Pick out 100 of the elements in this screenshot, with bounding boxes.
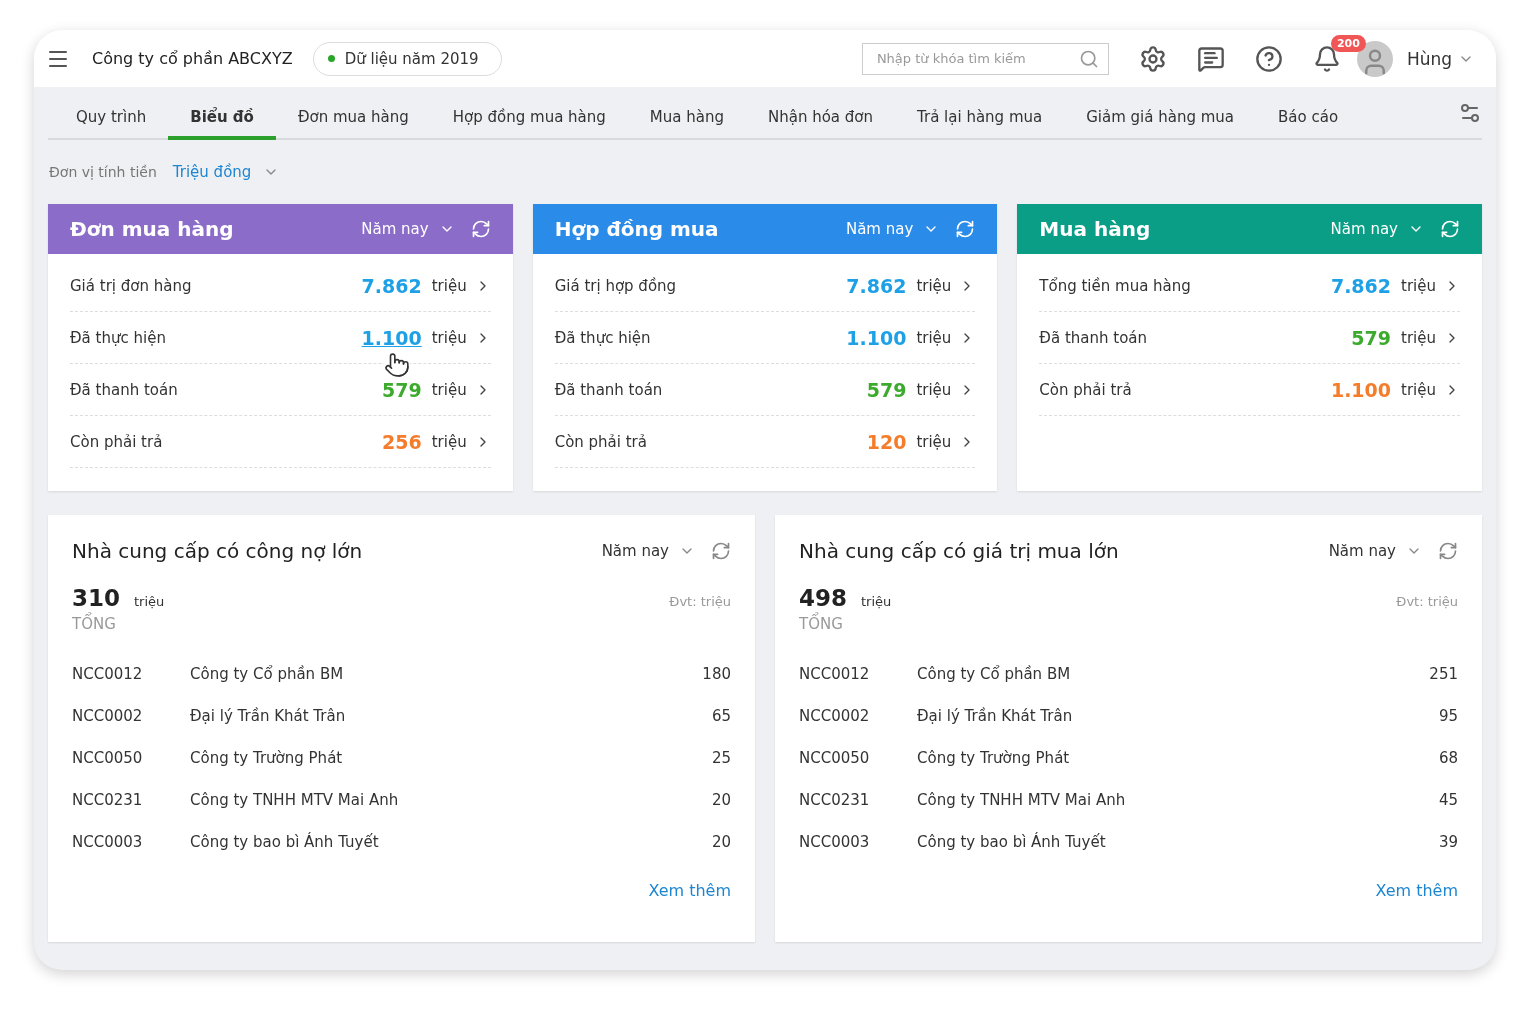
metric-unit: triệu [1401,380,1436,399]
supplier-code: NCC0003 [799,833,871,851]
metric-value[interactable]: 256 [382,430,422,453]
supplier-name: Đại lý Trần Khát Trân [190,707,347,725]
card-title: Đơn mua hàng [70,217,235,241]
supplier-name: Công ty Cổ phần BM [190,665,345,683]
card-title: Hợp đồng mua [554,217,720,241]
refresh-icon[interactable] [711,541,731,561]
metric-label: Đã thanh toán [1039,328,1149,347]
metric-unit: triệu [1401,328,1436,347]
tab[interactable]: Báo cáo [1256,108,1361,140]
tab[interactable]: Mua hàng [627,108,746,140]
metric-unit: triệu [916,276,952,295]
metric-label: Giá trị hợp đồng [554,276,678,295]
supplier-code: NCC0012 [799,665,871,683]
total-unit: triệu [134,594,166,609]
currency-unit-label: Đơn vị tính tiền [49,164,157,180]
status-dot-icon [327,55,335,62]
supplier-amount: 251 [1428,665,1458,683]
unit-note: Đvt: triệu [1396,594,1458,609]
tab[interactable]: Biểu đồ [168,108,276,140]
supplier-amount: 95 [1437,707,1458,725]
supplier-amount: 180 [701,665,731,683]
metric-value[interactable]: 579 [382,378,422,401]
metric-value[interactable]: 7.862 [846,274,907,297]
supplier-code: NCC0231 [799,791,871,809]
supplier-name: Công ty TNHH MTV Mai Anh [190,791,400,809]
data-year-text: Dữ liệu năm 2019 [344,49,479,68]
supplier-amount: 25 [710,749,731,767]
metric-label: Đã thanh toán [554,380,664,399]
tab[interactable]: Quy trình [54,108,169,140]
supplier-name: Công ty Trường Phát [917,749,1071,767]
metric-label: Đã thực hiện [70,328,167,347]
tab[interactable]: Nhận hóa đơn [746,108,896,140]
metric-label: Đã thanh toán [70,380,179,399]
period-dropdown[interactable]: Năm nay [1330,220,1424,238]
supplier-code: NCC0002 [72,707,144,725]
period-dropdown[interactable]: Năm nay [845,220,940,238]
metric-value[interactable]: 1.100 [361,326,422,349]
metric-value[interactable]: 579 [866,378,907,401]
period-dropdown[interactable]: Năm nay [361,220,455,238]
supplier-code: NCC0050 [72,749,144,767]
supplier-name: Đại lý Trần Khát Trân [917,707,1074,725]
refresh-icon[interactable] [1438,541,1458,561]
search-field[interactable]: Nhập từ khóa tìm kiếm [861,42,1109,75]
metric-unit: triệu [431,432,467,451]
supplier-amount: 39 [1437,833,1458,851]
metric-value[interactable]: 120 [866,430,907,453]
metric-label: Còn phải trả [1039,380,1133,399]
metric-unit: triệu [916,328,952,347]
refresh-icon[interactable] [1440,219,1460,239]
metric-unit: triệu [431,328,467,347]
metric-value[interactable]: 1.100 [1330,378,1392,401]
refresh-icon[interactable] [470,219,491,239]
metric-unit: triệu [431,276,467,295]
unit-note: Đvt: triệu [669,594,731,609]
metric-label: Tổng tiền mua hàng [1039,276,1192,295]
period-dropdown[interactable]: Năm nay [1328,542,1422,560]
total-value: 310 [72,585,120,611]
tab[interactable]: Trả lại hàng mua [895,108,1065,140]
metric-value[interactable]: 7.862 [361,274,422,297]
supplier-amount: 20 [710,791,731,809]
tab[interactable]: Giảm giá hàng mua [1064,108,1257,140]
supplier-amount: 68 [1437,749,1458,767]
user-menu[interactable]: Hùng [1406,48,1474,69]
metric-label: Còn phải trả [554,432,648,451]
metric-unit: triệu [431,380,467,399]
metric-unit: triệu [1401,276,1436,295]
see-more-link[interactable]: Xem thêm [1375,881,1458,900]
metric-value[interactable]: 579 [1351,326,1392,349]
metric-unit: triệu [916,380,952,399]
metric-label: Còn phải trả [70,432,164,451]
search-icon[interactable] [1078,48,1099,69]
metric-unit: triệu [916,432,952,451]
card-title: Mua hàng [1039,217,1152,241]
supplier-amount: 45 [1437,791,1458,809]
metric-value[interactable]: 7.862 [1330,274,1392,297]
metric-label: Đã thực hiện [554,328,652,347]
supplier-name: Công ty Cổ phần BM [917,665,1072,683]
supplier-name: Công ty bao bì Ánh Tuyết [190,833,380,851]
supplier-code: NCC0003 [72,833,144,851]
panel-title: Nhà cung cấp có giá trị mua lớn [799,539,1120,563]
supplier-name: Công ty bao bì Ánh Tuyết [917,833,1107,851]
total-value: 498 [799,585,847,611]
see-more-link[interactable]: Xem thêm [648,881,731,900]
panel-title: Nhà cung cấp có công nợ lớn [72,539,364,563]
company-name: Công ty cổ phần ABCXYZ [92,49,293,68]
refresh-icon[interactable] [955,219,976,239]
supplier-code: NCC0002 [799,707,871,725]
metric-value[interactable]: 1.100 [846,326,907,349]
supplier-code: NCC0231 [72,791,144,809]
period-dropdown[interactable]: Năm nay [601,542,695,560]
tab[interactable]: Hợp đồng mua hàng [430,108,628,140]
supplier-code: NCC0012 [72,665,144,683]
currency-unit-dropdown[interactable]: Triệu đồng [172,163,280,181]
tab[interactable]: Đơn mua hàng [275,108,431,140]
notification-count: 200 [1330,34,1366,52]
supplier-amount: 20 [710,833,731,851]
supplier-code: NCC0050 [799,749,871,767]
metric-label: Giá trị đơn hàng [70,276,193,295]
